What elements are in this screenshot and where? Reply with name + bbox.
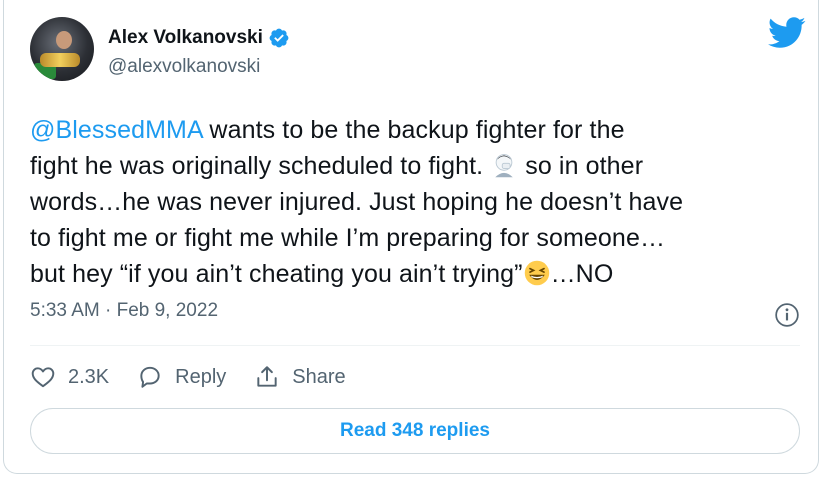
tweet-line-4: to fight me or fight me while I’m prepar… bbox=[30, 224, 666, 252]
twitter-bird-icon[interactable] bbox=[768, 17, 806, 49]
avatar[interactable] bbox=[30, 17, 94, 81]
share-icon bbox=[257, 366, 277, 387]
tweet-timestamp[interactable]: 5:33 AM · Feb 9, 2022 bbox=[30, 300, 218, 322]
mention-link[interactable]: @BlessedMMA bbox=[30, 116, 202, 144]
verified-badge-icon bbox=[269, 28, 289, 48]
like-button[interactable]: 2.3K bbox=[30, 364, 109, 390]
heart-icon bbox=[31, 367, 55, 388]
tweet-line-5a: but hey “if you ain’t cheating you ain’t… bbox=[30, 260, 523, 288]
reply-label: Reply bbox=[175, 365, 227, 388]
author-name-row: Alex Volkanovski bbox=[108, 25, 290, 51]
reply-button[interactable]: Reply bbox=[137, 364, 226, 390]
author-name[interactable]: Alex Volkanovski bbox=[108, 27, 263, 49]
read-replies-button[interactable]: Read 348 replies bbox=[30, 408, 800, 454]
person-facepalming-emoji bbox=[495, 154, 513, 178]
tweet-text: @BlessedMMA wants to be the backup fight… bbox=[30, 112, 800, 292]
tweet-line-3: words…he was never injured. Just hoping … bbox=[30, 188, 684, 216]
avatar-belt bbox=[40, 53, 80, 67]
share-button[interactable]: Share bbox=[254, 364, 346, 390]
info-icon[interactable] bbox=[774, 302, 800, 328]
tweet-actions: 2.3K Reply Share bbox=[30, 360, 374, 394]
tweet-line-5b: …NO bbox=[550, 260, 614, 288]
tweet-line-1: wants to be the backup fighter for the bbox=[202, 116, 625, 144]
divider bbox=[30, 345, 800, 346]
like-count: 2.3K bbox=[68, 365, 110, 388]
grinning-squinting-face-emoji bbox=[524, 260, 549, 286]
reply-icon bbox=[140, 366, 160, 388]
tweet-line-2b: so in other bbox=[518, 152, 644, 180]
share-label: Share bbox=[292, 365, 346, 388]
tweet-line-2a: fight he was originally scheduled to fig… bbox=[30, 152, 484, 180]
tweet-card: Alex Volkanovski @alexvolkanovski @Bless… bbox=[3, 0, 819, 474]
author-handle[interactable]: @alexvolkanovski bbox=[108, 56, 260, 78]
avatar-head bbox=[56, 31, 72, 49]
